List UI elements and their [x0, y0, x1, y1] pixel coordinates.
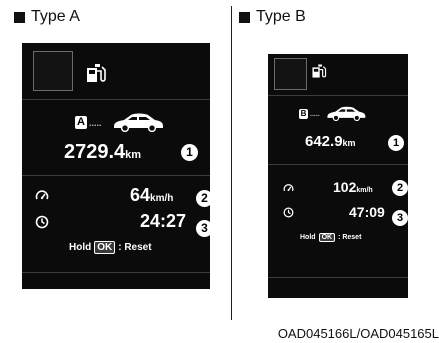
- trip-letter: B: [299, 109, 308, 119]
- type-a-reset-hint: Hold OK : Reset: [69, 241, 152, 254]
- ok-key: OK: [94, 241, 116, 254]
- callout-3: 3: [196, 220, 210, 237]
- distance-value: 642.9: [305, 133, 343, 150]
- trip-a-indicator: A .....: [75, 116, 102, 129]
- separator-line: [268, 277, 408, 278]
- time-value: 47:09: [349, 204, 385, 220]
- distance-unit: km: [125, 149, 142, 161]
- separator-line: [22, 99, 210, 100]
- display-placeholder-box: [274, 58, 307, 90]
- display-placeholder-box: [33, 51, 73, 91]
- trip-dots: .....: [89, 117, 102, 128]
- speedometer-icon: [283, 184, 294, 192]
- ok-key: OK: [318, 233, 336, 242]
- clock-icon: [35, 215, 49, 229]
- type-b-heading: Type B: [239, 8, 306, 26]
- reset-text: : Reset: [338, 234, 362, 241]
- type-a-heading: Type A: [14, 8, 80, 26]
- clock-icon: [283, 207, 294, 218]
- trip-dots: .....: [310, 110, 320, 118]
- type-a-cluster-screen: A ..... 2729.4km 1 64km/h 2 24:27 3 Hold…: [22, 43, 210, 289]
- distance-value: 2729.4: [64, 141, 126, 163]
- trip-b-indicator: B .....: [299, 109, 320, 119]
- fuel-pump-icon: [87, 64, 106, 82]
- type-b-reset-hint: Hold OK : Reset: [300, 233, 361, 242]
- separator-line: [268, 95, 408, 96]
- square-bullet-icon: [239, 11, 250, 23]
- separator-line: [268, 164, 408, 165]
- type-a-time: 24:27: [140, 211, 186, 232]
- trip-letter: A: [75, 116, 87, 129]
- hold-text: Hold: [69, 242, 92, 253]
- speedometer-icon: [35, 190, 49, 200]
- reset-text: : Reset: [118, 242, 152, 253]
- speed-unit: km/h: [356, 187, 373, 194]
- type-a-heading-text: Type A: [31, 8, 80, 25]
- type-b-distance: 642.9km: [305, 133, 356, 150]
- type-b-cluster-screen: B ..... 642.9km 1 102km/h 2 47:09 3 Hold…: [268, 54, 408, 298]
- hold-text: Hold: [300, 234, 316, 241]
- speed-unit: km/h: [150, 193, 174, 204]
- callout-3: 3: [392, 210, 408, 226]
- speed-value: 102: [333, 179, 357, 195]
- figure-code: OAD045166L/OAD045165L: [277, 326, 439, 341]
- car-icon: [114, 113, 163, 132]
- fuel-pump-icon: [312, 64, 327, 78]
- callout-2: 2: [392, 180, 408, 196]
- callout-1: 1: [181, 144, 198, 161]
- callout-2: 2: [196, 190, 210, 207]
- square-bullet-icon: [14, 11, 25, 23]
- callout-1: 1: [388, 135, 404, 151]
- type-b-speed: 102km/h: [333, 179, 373, 195]
- type-a-distance: 2729.4km: [64, 141, 141, 164]
- panel-divider: [231, 6, 232, 320]
- type-b-heading-text: Type B: [256, 8, 306, 25]
- type-a-speed: 64km/h: [130, 185, 173, 206]
- distance-unit: km: [342, 138, 356, 148]
- separator-line: [22, 175, 210, 176]
- type-b-time: 47:09: [349, 204, 385, 220]
- time-value: 24:27: [140, 211, 187, 231]
- separator-line: [22, 272, 210, 273]
- speed-value: 64: [130, 185, 151, 205]
- car-icon: [327, 106, 366, 121]
